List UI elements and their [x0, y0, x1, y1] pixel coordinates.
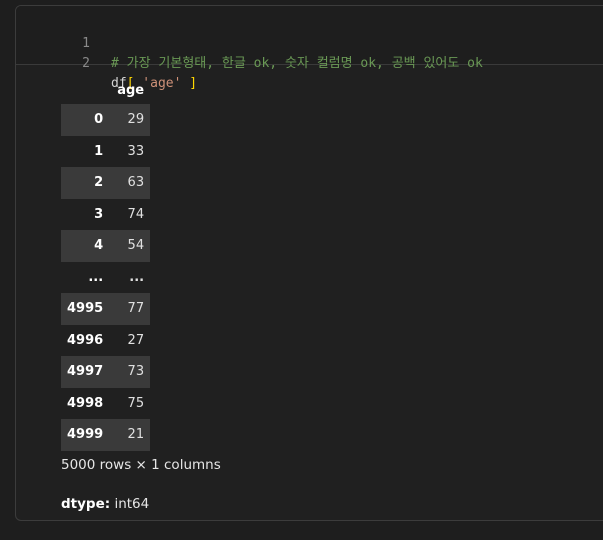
column-header-age: age [117, 82, 145, 98]
table-row: 4999 21 [61, 419, 151, 451]
row-index: 3 [94, 206, 104, 222]
dtype-value: int64 [114, 496, 150, 512]
row-value: 77 [111, 293, 151, 325]
notebook-cell[interactable]: 1 # 가장 기본형태, 한글 ok, 숫자 컬럼명 ok, 공백 있어도 ok… [15, 5, 603, 521]
row-value: 21 [111, 419, 151, 451]
row-index: 4998 [67, 395, 104, 411]
table-row: 1 33 [61, 136, 150, 168]
row-value: 63 [111, 167, 151, 199]
table-row: 4996 27 [61, 325, 150, 357]
table-row: 4 54 [61, 230, 151, 262]
code-line-1: 1 # 가장 기본형태, 한글 ok, 숫자 컬럼명 ok, 공백 있어도 ok [16, 14, 483, 71]
dataframe-table: age 0 29 1 33 2 63 3 74 4 54 ... ... 499… [61, 76, 151, 451]
code-editor[interactable]: 1 # 가장 기본형태, 한글 ok, 숫자 컬럼명 ok, 공백 있어도 ok… [16, 6, 603, 91]
row-index: 4995 [61, 293, 112, 325]
line-number: 1 [82, 36, 90, 51]
row-index: 4996 [67, 332, 104, 348]
row-index: 4 [61, 230, 112, 262]
row-index: 1 [94, 143, 104, 159]
code-line-2: 2 df[ 'age' ] [16, 34, 197, 91]
table-row: 4997 73 [61, 356, 151, 388]
row-value: 33 [127, 143, 145, 159]
row-index: 2 [61, 167, 112, 199]
table-row-ellipsis: ... ... [61, 262, 150, 294]
row-index: ... [88, 269, 104, 285]
table-row: 2 63 [61, 167, 151, 199]
dtype-label: dtype: [61, 496, 111, 512]
index-header [61, 76, 111, 104]
table-row: 4995 77 [61, 293, 151, 325]
row-index: 4997 [61, 356, 112, 388]
row-value: 27 [127, 332, 145, 348]
table-header-row: age [61, 76, 150, 104]
table-row: 3 74 [61, 199, 150, 231]
row-value: 54 [111, 230, 151, 262]
table-row: 0 29 [61, 104, 151, 136]
row-value: 73 [111, 356, 151, 388]
row-value: 75 [127, 395, 145, 411]
row-value: 74 [127, 206, 145, 222]
cell-output: age 0 29 1 33 2 63 3 74 4 54 ... ... 499… [16, 64, 603, 520]
row-value: ... [129, 269, 145, 285]
dataframe-shape: 5000 rows × 1 columns [61, 457, 221, 473]
dtype-line: dtype: int64 [61, 496, 149, 512]
row-index: 0 [61, 104, 112, 136]
row-value: 29 [111, 104, 151, 136]
row-index: 4999 [61, 419, 112, 451]
table-row: 4998 75 [61, 388, 150, 420]
